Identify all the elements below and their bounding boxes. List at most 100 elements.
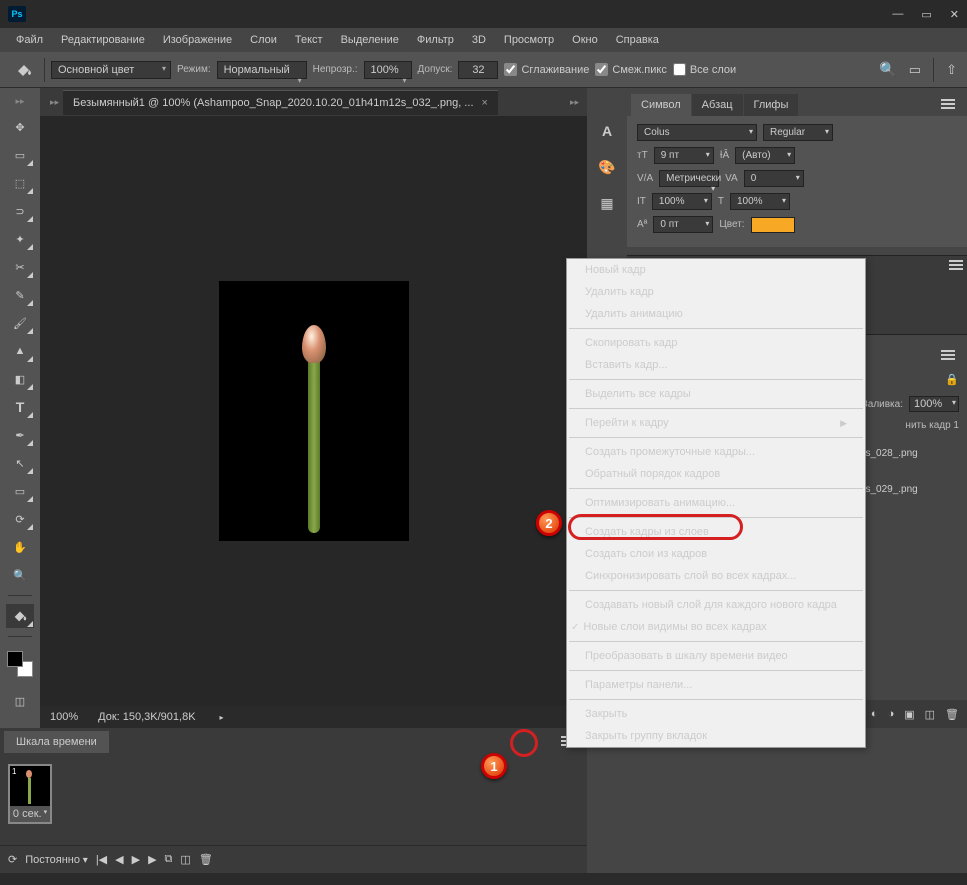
context-menu-item[interactable]: Новый кадр [567, 259, 865, 281]
prev-frame-icon[interactable]: ◀ [115, 853, 123, 866]
menu-select[interactable]: Выделение [333, 31, 407, 49]
contiguous-checkbox[interactable]: Смеж.пикс [595, 63, 666, 76]
collapse-icon[interactable]: ▸▸ [15, 96, 24, 107]
panel-menu-button[interactable] [933, 95, 963, 116]
eyedropper-tool[interactable]: ✎ [6, 283, 34, 307]
opacity-input[interactable]: 100% [364, 61, 412, 79]
tab-paragraph[interactable]: Абзац [692, 94, 743, 116]
menu-window[interactable]: Окно [564, 31, 606, 49]
rotate-view-tool[interactable]: ⟳ [6, 507, 34, 531]
fill-tool[interactable] [6, 604, 34, 628]
type-tool[interactable]: T [6, 395, 34, 419]
magic-wand-tool[interactable]: ✦ [6, 227, 34, 251]
menu-image[interactable]: Изображение [155, 31, 240, 49]
context-menu-item[interactable]: Закрыть группу вкладок [567, 725, 865, 747]
fill-source-dropdown[interactable]: Основной цвет [51, 61, 171, 79]
menu-file[interactable]: Файл [8, 31, 51, 49]
menu-view[interactable]: Просмотр [496, 31, 562, 49]
lasso-tool[interactable]: ⊃ [6, 199, 34, 223]
context-menu-item[interactable]: Параметры панели... [567, 674, 865, 696]
kerning-input[interactable]: Метрически [659, 170, 719, 187]
text-color-chip[interactable] [751, 217, 795, 233]
leading-input[interactable]: (Авто) [735, 147, 795, 164]
context-menu-item[interactable]: Выделить все кадры [567, 383, 865, 405]
color-swatch[interactable] [7, 651, 33, 677]
adjustment-icon[interactable]: ◑ [888, 708, 895, 720]
tracking-input[interactable]: 0 [744, 170, 804, 187]
eraser-tool[interactable]: ◧ [6, 367, 34, 391]
bucket-tool-icon[interactable] [10, 56, 38, 84]
shape-tool[interactable]: ▭ [6, 479, 34, 503]
hscale-input[interactable]: 100% [730, 193, 790, 210]
expand-icon[interactable]: ▸▸ [46, 97, 63, 108]
zoom-level[interactable]: 100% [50, 711, 78, 723]
vscale-input[interactable]: 100% [652, 193, 712, 210]
delete-frame-icon[interactable]: 🗑 [199, 853, 213, 866]
zoom-tool[interactable]: 🔍 [6, 563, 34, 587]
font-style-dropdown[interactable]: Regular [763, 124, 833, 141]
new-frame-icon[interactable]: ◫ [180, 853, 190, 866]
panel-menu-button[interactable] [949, 260, 963, 270]
loop-dropdown[interactable]: Постоянно ▾ [25, 854, 88, 866]
menu-3d[interactable]: 3D [464, 31, 494, 49]
play-icon[interactable]: ▶ [132, 853, 140, 866]
context-menu-item[interactable]: Создать слои из кадров [567, 543, 865, 565]
minimize-button[interactable]: ― [892, 8, 903, 21]
context-menu-item[interactable]: ✓Новые слои видимы во всех кадрах [567, 616, 865, 638]
menu-text[interactable]: Текст [287, 31, 331, 49]
search-icon[interactable]: 🔍 [879, 61, 896, 78]
baseline-input[interactable]: 0 пт [653, 216, 713, 233]
lock-icon[interactable]: 🔒 [945, 373, 959, 386]
context-menu-item[interactable]: Скопировать кадр [567, 332, 865, 354]
group-icon[interactable]: ▣ [904, 708, 914, 721]
font-size-input[interactable]: 9 пт [654, 147, 714, 164]
brush-tool[interactable]: 🖌 [6, 311, 34, 335]
tolerance-input[interactable]: 32 [458, 61, 498, 79]
artboard-tool[interactable]: ▭ [6, 143, 34, 167]
tween-icon[interactable]: ⧉ [165, 853, 173, 866]
close-tab-icon[interactable]: × [482, 97, 488, 109]
path-select-tool[interactable]: ↖ [6, 451, 34, 475]
quick-mask-toggle[interactable]: ◫ [6, 689, 34, 713]
menu-edit[interactable]: Редактирование [53, 31, 153, 49]
close-button[interactable]: ✕ [950, 8, 959, 21]
canvas[interactable] [40, 116, 587, 706]
swatches-icon[interactable]: 🎨 [594, 154, 620, 180]
loop-icon[interactable]: ⟳ [8, 853, 17, 866]
next-frame-icon[interactable]: ▶ [148, 853, 156, 866]
crop-tool[interactable]: ✂ [6, 255, 34, 279]
menu-layers[interactable]: Слои [242, 31, 285, 49]
frame-thumbnail[interactable]: 1 0 сек.▾ [8, 764, 52, 824]
new-layer-icon[interactable]: ◫ [925, 708, 935, 721]
panel-expand-icon[interactable]: ▸▸ [562, 97, 587, 108]
frame-icon[interactable]: ▭ [909, 62, 921, 78]
hand-tool[interactable]: ✋ [6, 535, 34, 559]
context-menu-item[interactable]: Преобразовать в шкалу времени видео [567, 645, 865, 667]
marquee-tool[interactable]: ⬚ [6, 171, 34, 195]
frame-duration[interactable]: 0 сек.▾ [10, 806, 50, 822]
fill-opacity-input[interactable]: 100%▾ [909, 396, 959, 412]
context-menu-item[interactable]: Оптимизировать анимацию... [567, 492, 865, 514]
tab-character[interactable]: Символ [631, 94, 691, 116]
context-menu-item[interactable]: Перейти к кадру▶ [567, 412, 865, 434]
tab-glyphs[interactable]: Глифы [744, 94, 799, 116]
delete-icon[interactable]: 🗑 [945, 708, 959, 721]
font-family-dropdown[interactable]: Colus [637, 124, 757, 141]
all-layers-checkbox[interactable]: Все слои [673, 63, 736, 76]
menu-help[interactable]: Справка [608, 31, 667, 49]
layers-menu-button[interactable] [933, 346, 963, 367]
move-tool[interactable]: ✥ [6, 115, 34, 139]
document-tab[interactable]: Безымянный1 @ 100% (Ashampoo_Snap_2020.1… [63, 90, 498, 115]
maximize-button[interactable]: ▭ [921, 8, 931, 21]
grid-icon[interactable]: ▦ [594, 190, 620, 216]
context-menu-item[interactable]: Закрыть [567, 703, 865, 725]
tab-timeline[interactable]: Шкала времени [4, 731, 109, 753]
context-menu-item[interactable]: Создать кадры из слоев [567, 521, 865, 543]
menu-filter[interactable]: Фильтр [409, 31, 462, 49]
mask-icon[interactable]: ◐ [871, 708, 878, 720]
first-frame-icon[interactable]: |◀ [96, 853, 107, 866]
pen-tool[interactable]: ✒ [6, 423, 34, 447]
stamp-tool[interactable]: ▲ [6, 339, 34, 363]
context-menu-item[interactable]: Создавать новый слой для каждого нового … [567, 594, 865, 616]
share-icon[interactable]: ⇧ [946, 62, 957, 78]
